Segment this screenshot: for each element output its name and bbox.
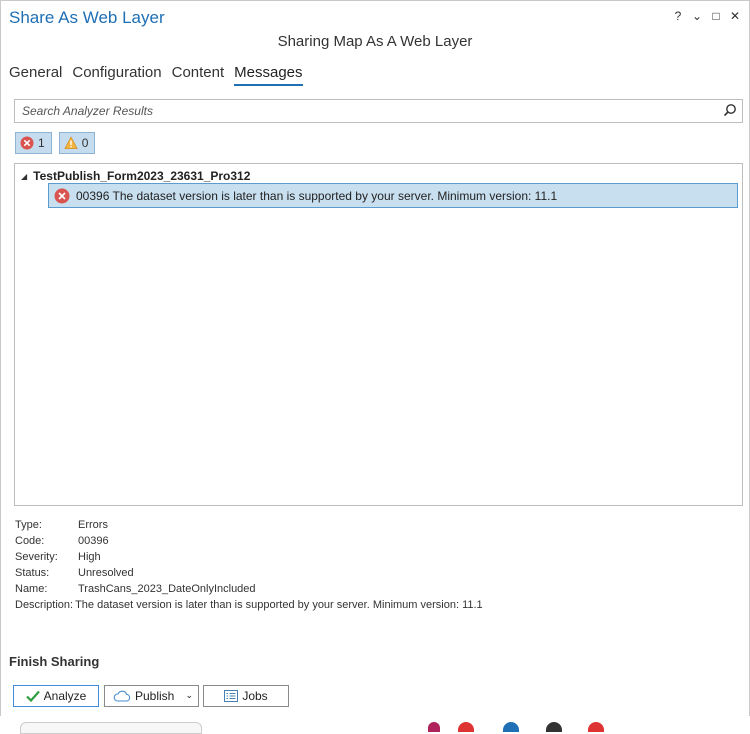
chevron-down-icon[interactable]: ⌄ [691,9,703,23]
detail-row-name: Name: TrashCans_2023_DateOnlyIncluded [15,581,483,597]
share-as-web-layer-pane: Share As Web Layer ? ⌄ □ ✕ Sharing Map A… [0,0,750,718]
search-input[interactable] [20,100,704,122]
taskbar-app-icon[interactable] [428,722,440,732]
warning-icon [63,136,78,149]
detail-row-type: Type: Errors [15,517,483,533]
detail-key: Name: [15,583,48,595]
detail-key: Status: [15,567,50,579]
tree-root-node[interactable]: ◢ TestPublish_Form2023_23631_Pro312 [21,169,250,183]
analyzer-results-tree: ◢ TestPublish_Form2023_23631_Pro312 0039… [14,163,743,506]
chevron-down-icon[interactable]: ⌄ [185,690,193,701]
jobs-button[interactable]: Jobs [203,685,289,707]
detail-key: Description: [15,599,74,611]
help-icon[interactable]: ? [672,9,684,23]
detail-value: The dataset version is later than is sup… [75,599,483,611]
maximize-icon[interactable]: □ [710,9,722,23]
tab-messages[interactable]: Messages [234,64,303,86]
tab-general[interactable]: General [9,64,62,86]
search-icon[interactable] [723,103,737,117]
detail-key: Type: [15,519,42,531]
pane-subtitle: Sharing Map As A Web Layer [277,33,473,50]
publish-label: Publish [135,689,175,703]
message-text: 00396 The dataset version is later than … [76,188,558,203]
taskbar-strip [0,716,750,734]
error-icon [54,188,70,203]
taskbar-app-icon[interactable] [20,722,202,734]
detail-key: Severity: [15,551,58,563]
detail-value: High [78,551,101,563]
tree-root-label: TestPublish_Form2023_23631_Pro312 [33,169,251,183]
detail-value: Unresolved [78,567,134,579]
detail-row-status: Status: Unresolved [15,565,483,581]
tab-configuration[interactable]: Configuration [72,64,161,86]
detail-value: TrashCans_2023_DateOnlyIncluded [78,583,256,595]
detail-row-severity: Severity: High [15,549,483,565]
message-row[interactable]: 00396 The dataset version is later than … [48,183,738,208]
taskbar-app-icon[interactable] [588,722,604,732]
expand-triangle-icon[interactable]: ◢ [21,172,27,181]
window-controls: ? ⌄ □ ✕ [672,9,741,23]
finish-sharing-heading: Finish Sharing [9,654,100,669]
jobs-label: Jobs [242,689,268,703]
detail-key: Code: [15,535,45,547]
error-icon [20,136,34,150]
cloud-icon [113,690,131,702]
publish-button[interactable]: Publish ⌄ [104,685,199,707]
detail-value: 00396 [78,535,109,547]
search-box [14,99,743,123]
taskbar-app-icon[interactable] [458,722,474,732]
detail-row-code: Code: 00396 [15,533,483,549]
detail-row-description: Description: The dataset version is late… [15,597,483,613]
jobs-list-icon [224,690,239,702]
analyze-button[interactable]: Analyze [13,685,99,707]
analyze-label: Analyze [43,689,87,703]
filter-row: 1 0 [15,132,96,154]
message-details: Type: Errors Code: 00396 Severity: High … [15,517,483,613]
tab-bar: General Configuration Content Messages [9,64,303,86]
errors-count: 1 [38,136,45,150]
checkmark-icon [25,690,40,702]
warnings-filter-button[interactable]: 0 [58,132,96,154]
warnings-count: 0 [81,136,89,150]
errors-filter-button[interactable]: 1 [15,132,52,154]
detail-value: Errors [78,519,108,531]
taskbar-app-icon[interactable] [546,722,562,732]
tab-content[interactable]: Content [172,64,225,86]
close-icon[interactable]: ✕ [729,9,741,23]
taskbar-app-icon[interactable] [503,722,519,732]
pane-title: Share As Web Layer [9,8,165,27]
